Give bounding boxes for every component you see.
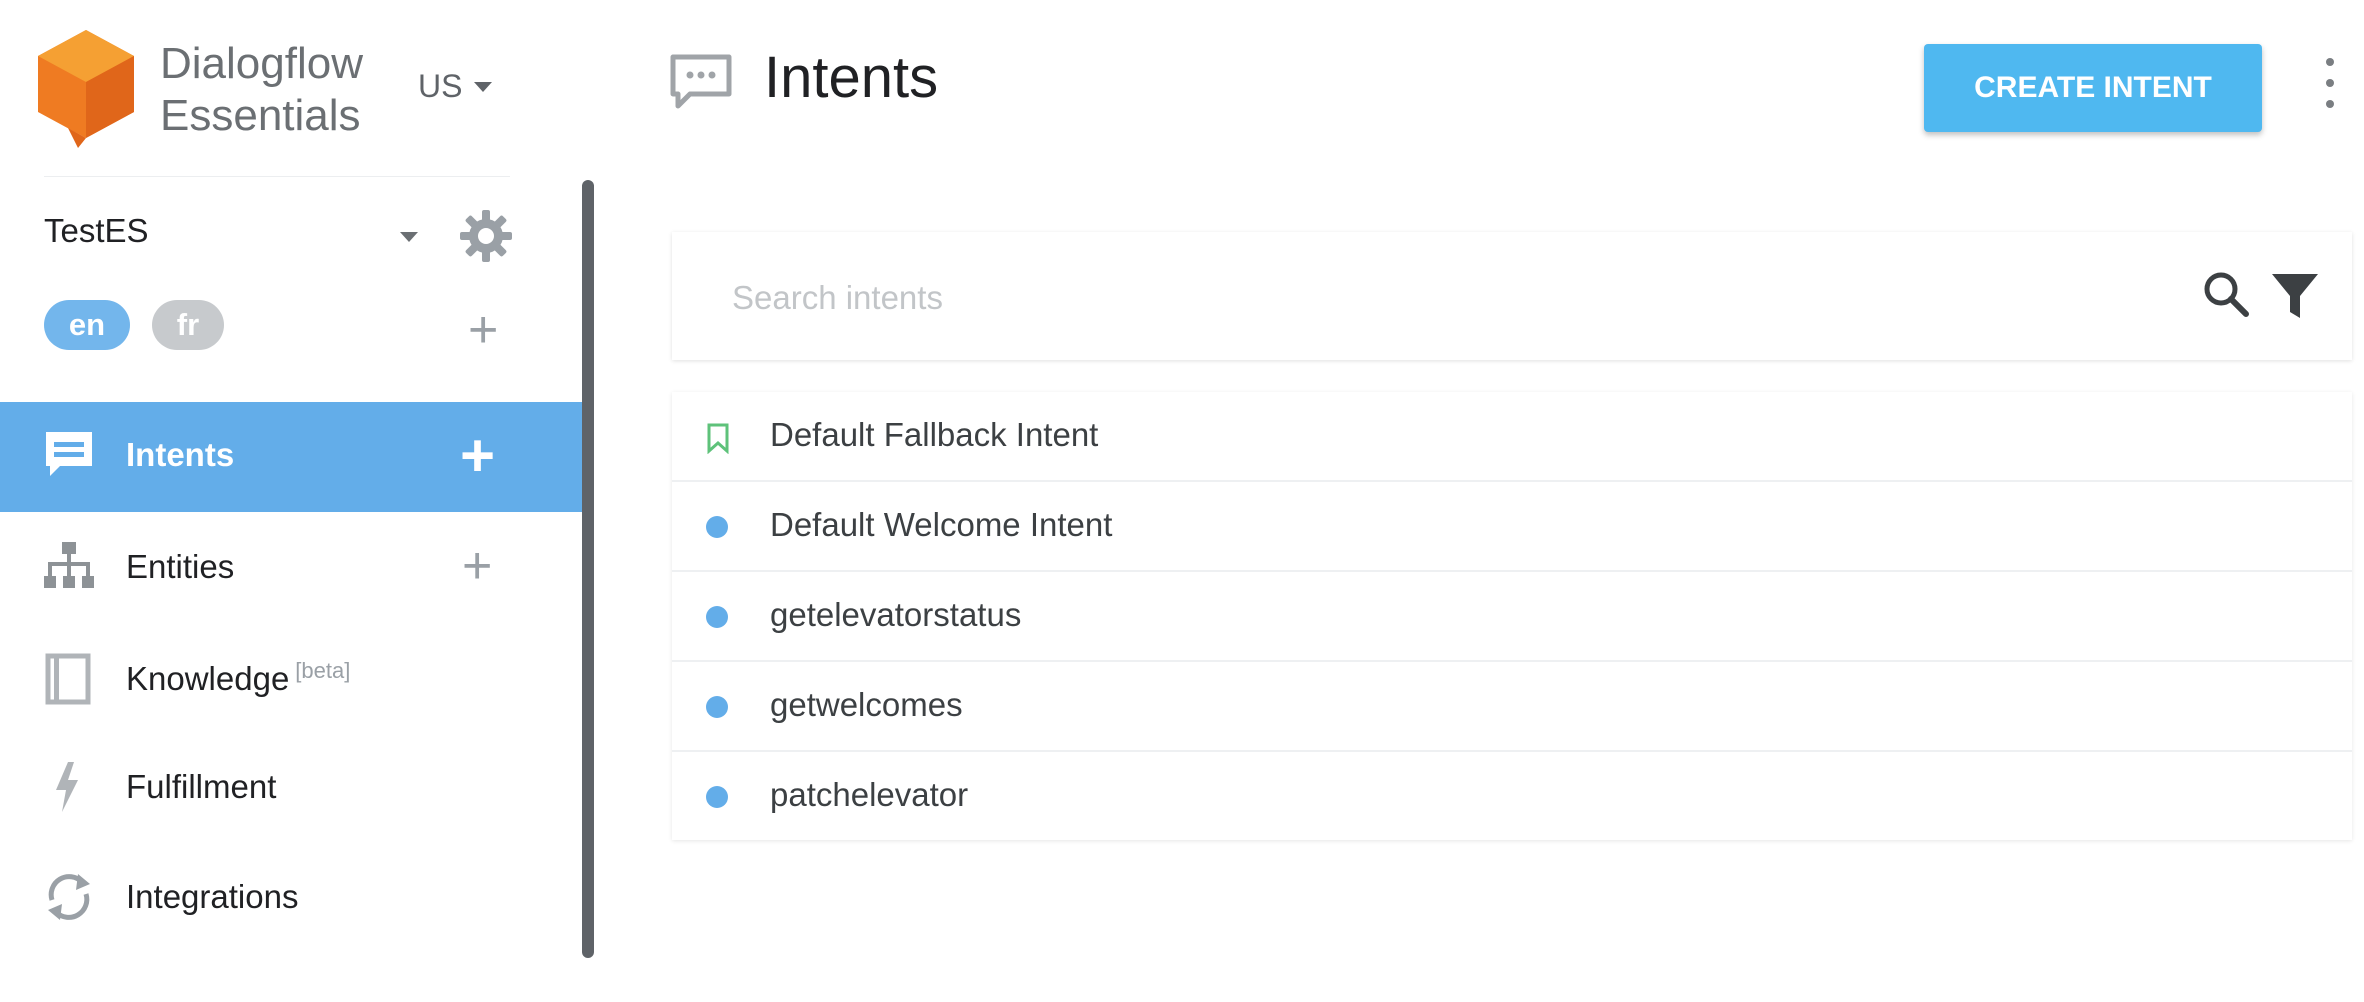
intent-status-dot [706, 786, 728, 808]
sidebar-item-knowledge[interactable]: Knowledge [beta] [0, 622, 582, 732]
fallback-flag-icon [707, 423, 729, 454]
language-chip-fr[interactable]: fr [152, 300, 224, 350]
sidebar-scrollbar[interactable] [582, 180, 594, 958]
sidebar-item-label: Fulfillment [126, 768, 277, 805]
add-intent-icon[interactable]: + [460, 426, 495, 486]
dialogflow-logo-icon [38, 30, 134, 148]
region-selector[interactable]: US [418, 68, 493, 105]
chat-icon [670, 54, 732, 109]
more-options-icon[interactable] [2320, 58, 2340, 108]
region-label: US [418, 68, 463, 104]
sidebar-item-label: Knowledge [beta] [126, 658, 351, 697]
create-intent-button[interactable]: CREATE INTENT [1924, 44, 2262, 132]
intent-row[interactable]: patchelevator [672, 752, 2352, 842]
add-language-icon[interactable]: + [468, 304, 498, 356]
sidebar-item-fulfillment[interactable]: Fulfillment [0, 732, 582, 842]
intent-name[interactable]: Default Fallback Intent [770, 416, 1098, 454]
intent-status-dot [706, 606, 728, 628]
brand-line-2: Essentials [160, 91, 361, 140]
sidebar-item-intents[interactable]: Intents + [0, 402, 582, 512]
agent-dropdown-icon[interactable] [400, 232, 418, 242]
agent-name[interactable]: TestES [44, 212, 149, 250]
intent-name[interactable]: getelevatorstatus [770, 596, 1021, 634]
sidebar-item-entities[interactable]: Entities + [0, 512, 582, 622]
language-chip-en[interactable]: en [44, 300, 130, 350]
search-icon[interactable] [2200, 268, 2252, 320]
bolt-icon [56, 762, 78, 812]
gear-icon[interactable] [458, 208, 514, 264]
intent-status-dot [706, 696, 728, 718]
sidebar-item-label: Integrations [126, 878, 299, 915]
sidebar-divider [44, 176, 510, 177]
intent-row[interactable]: getelevatorstatus [672, 572, 2352, 662]
sidebar-item-label: Entities [126, 548, 235, 585]
intent-name[interactable]: Default Welcome Intent [770, 506, 1112, 544]
hierarchy-icon [44, 542, 94, 588]
intent-status-dot [706, 516, 728, 538]
filter-icon[interactable] [2270, 270, 2320, 322]
sidebar-item-integrations[interactable]: Integrations [0, 842, 582, 952]
intents-list: Default Fallback Intent Default Welcome … [672, 392, 2352, 840]
intent-name[interactable]: getwelcomes [770, 686, 963, 724]
intent-name[interactable]: patchelevator [770, 776, 968, 814]
brand-line-1: Dialogflow [160, 39, 363, 88]
search-input[interactable] [730, 270, 2134, 326]
brand-name: Dialogflow Essentials [160, 38, 363, 142]
book-icon [45, 653, 91, 705]
intent-row[interactable]: Default Welcome Intent [672, 482, 2352, 572]
add-entity-icon[interactable]: + [462, 540, 492, 592]
intent-row[interactable]: Default Fallback Intent [672, 392, 2352, 482]
chevron-down-icon [474, 81, 493, 92]
sidebar-item-label: Intents [126, 436, 235, 473]
sync-icon [48, 874, 90, 920]
intent-row[interactable]: getwelcomes [672, 662, 2352, 752]
beta-badge: [beta] [295, 658, 351, 683]
page-title: Intents [764, 45, 939, 110]
chat-icon [46, 432, 92, 476]
